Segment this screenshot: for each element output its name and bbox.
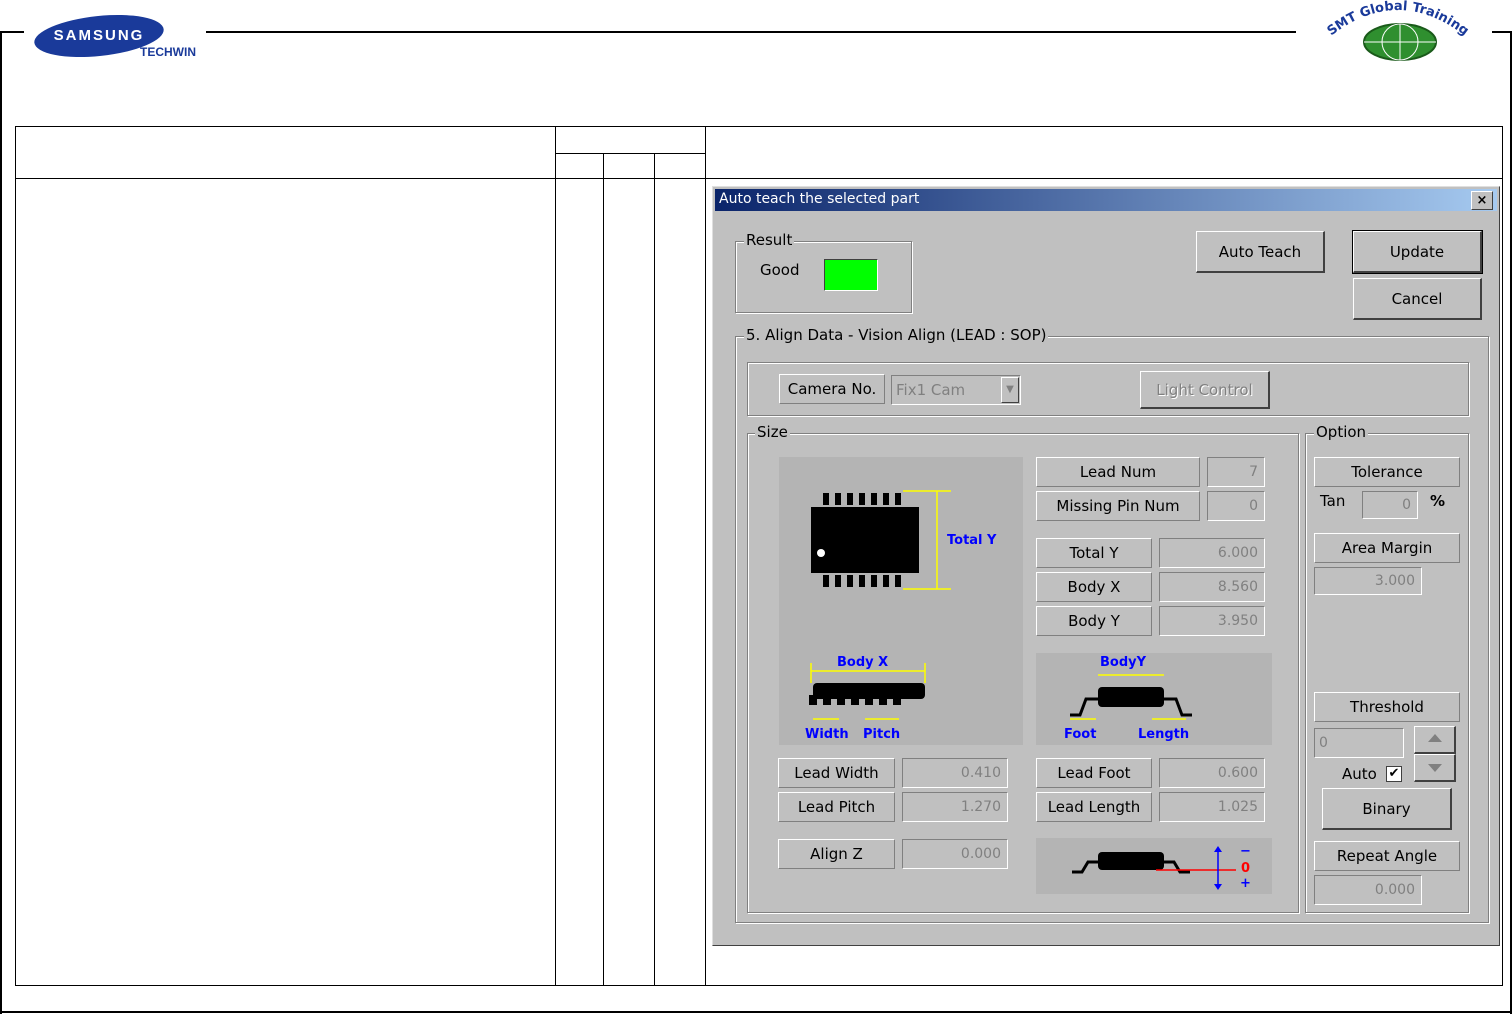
dialog-title: Auto teach the selected part bbox=[719, 191, 920, 207]
tan-field[interactable]: 0 bbox=[1362, 491, 1418, 519]
diagram-total-y-label: Total Y bbox=[947, 533, 997, 548]
threshold-field[interactable]: 0 bbox=[1314, 728, 1404, 758]
header-rule-left bbox=[0, 31, 24, 33]
body-y-field[interactable]: 3.950 bbox=[1159, 606, 1265, 636]
result-status-label: Good bbox=[760, 261, 800, 279]
table-subcol-divider-2 bbox=[654, 153, 655, 985]
diagram-body-x-label: Body X bbox=[837, 655, 889, 670]
binary-button[interactable]: Binary bbox=[1322, 788, 1452, 830]
lead-foot-field[interactable]: 0.600 bbox=[1159, 758, 1265, 788]
lead-pitch-field[interactable]: 1.270 bbox=[902, 792, 1008, 822]
area-margin-field[interactable]: 3.000 bbox=[1314, 567, 1422, 595]
total-y-field[interactable]: 6.000 bbox=[1159, 538, 1265, 568]
option-group-label: Option bbox=[1314, 423, 1369, 441]
header-rule-mid bbox=[206, 31, 1296, 33]
percent-label: % bbox=[1430, 492, 1446, 510]
body-y-label: Body Y bbox=[1036, 606, 1152, 636]
align-z-label: Align Z bbox=[778, 839, 895, 869]
lead-pitch-label: Lead Pitch bbox=[778, 792, 895, 822]
auto-teach-dialog: Auto teach the selected part × Result Go… bbox=[712, 186, 1500, 946]
align-z-zero-label: 0 bbox=[1241, 861, 1251, 876]
check-icon: ✔ bbox=[1388, 766, 1400, 781]
lead-num-field[interactable]: 7 bbox=[1207, 457, 1265, 487]
align-data-group-label: 5. Align Data - Vision Align (LEAD : SOP… bbox=[744, 326, 1049, 344]
table-col-divider-1 bbox=[555, 126, 556, 985]
light-control-button[interactable]: Light Control bbox=[1140, 371, 1270, 409]
lead-length-field[interactable]: 1.025 bbox=[1159, 792, 1265, 822]
camera-select[interactable]: Fix1 Cam ▼ bbox=[891, 375, 1021, 405]
cancel-button[interactable]: Cancel bbox=[1353, 278, 1482, 320]
auto-teach-button[interactable]: Auto Teach bbox=[1196, 231, 1325, 273]
result-group-label: Result bbox=[744, 231, 795, 249]
page-border-bottom bbox=[0, 1011, 1512, 1013]
missing-pin-num-label: Missing Pin Num bbox=[1036, 491, 1200, 521]
close-button[interactable]: × bbox=[1471, 191, 1493, 210]
table-subcol-divider-1 bbox=[603, 153, 604, 985]
auto-label: Auto bbox=[1342, 765, 1377, 783]
table-subheader-divider bbox=[555, 153, 705, 154]
close-icon: × bbox=[1476, 193, 1488, 208]
body-x-field[interactable]: 8.560 bbox=[1159, 572, 1265, 602]
align-z-minus-label: − bbox=[1240, 844, 1251, 859]
align-z-diagram: − 0 + bbox=[1036, 838, 1272, 894]
threshold-down-button[interactable] bbox=[1414, 754, 1456, 782]
auto-checkbox[interactable]: ✔ bbox=[1386, 766, 1402, 782]
arrow-down-icon bbox=[1427, 764, 1442, 772]
threshold-up-button[interactable] bbox=[1414, 726, 1456, 754]
table-col-divider-2 bbox=[705, 126, 706, 985]
repeat-angle-field[interactable]: 0.000 bbox=[1314, 875, 1422, 905]
chevron-down-icon[interactable]: ▼ bbox=[1001, 377, 1019, 403]
size-group-label: Size bbox=[755, 423, 790, 441]
total-y-label: Total Y bbox=[1036, 538, 1152, 568]
header-rule-right bbox=[1492, 31, 1512, 33]
diagram-foot-label: Foot bbox=[1064, 727, 1097, 742]
techwin-logo: TECHWIN bbox=[140, 45, 196, 59]
camera-no-label: Camera No. bbox=[779, 374, 885, 404]
missing-pin-num-field[interactable]: 0 bbox=[1207, 491, 1265, 521]
lead-num-label: Lead Num bbox=[1036, 457, 1200, 487]
lead-width-field[interactable]: 0.410 bbox=[902, 758, 1008, 788]
area-margin-label: Area Margin bbox=[1314, 533, 1460, 563]
align-z-plus-label: + bbox=[1240, 876, 1251, 891]
update-button[interactable]: Update bbox=[1352, 230, 1483, 274]
align-z-field[interactable]: 0.000 bbox=[902, 839, 1008, 869]
diagram-width-label: Width bbox=[805, 727, 849, 742]
tolerance-label: Tolerance bbox=[1314, 457, 1460, 487]
lead-length-label: Lead Length bbox=[1036, 792, 1152, 822]
result-status-indicator bbox=[824, 259, 878, 291]
body-x-label: Body X bbox=[1036, 572, 1152, 602]
diagram-length-label: Length bbox=[1138, 727, 1190, 742]
lead-foot-label: Lead Foot bbox=[1036, 758, 1152, 788]
lead-width-label: Lead Width bbox=[778, 758, 895, 788]
arrow-up-icon bbox=[1427, 734, 1442, 742]
threshold-label: Threshold bbox=[1314, 692, 1460, 722]
dialog-titlebar[interactable]: Auto teach the selected part × bbox=[715, 189, 1497, 211]
sop-top-view-diagram: Total Y Body X Width Pitch bbox=[779, 457, 1023, 745]
page-border-left bbox=[0, 31, 2, 1014]
table-header-divider bbox=[15, 178, 1503, 179]
diagram-pitch-label: Pitch bbox=[863, 727, 901, 742]
camera-select-value: Fix1 Cam bbox=[896, 381, 966, 399]
diagram-body-y-label: BodyY bbox=[1100, 655, 1147, 670]
tan-label: Tan bbox=[1320, 492, 1346, 510]
smt-training-center-logo: SMT Global Training Center bbox=[1313, 0, 1478, 70]
sop-side-view-diagram: BodyY Foot Length bbox=[1036, 653, 1272, 745]
repeat-angle-label: Repeat Angle bbox=[1314, 841, 1460, 871]
